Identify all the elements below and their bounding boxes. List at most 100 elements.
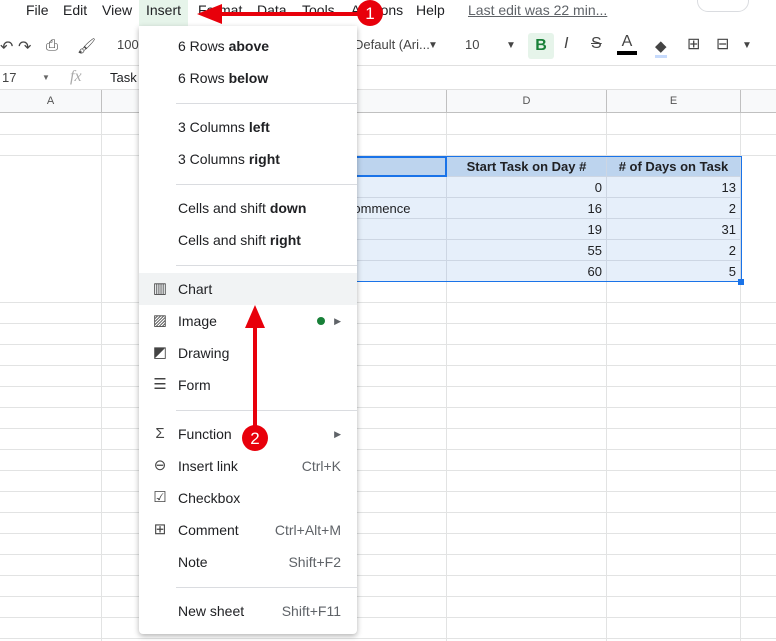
menu-item-note[interactable]: Note Shift+F2: [139, 546, 357, 578]
label-bold: below: [228, 70, 269, 86]
chevron-down-icon: ▼: [506, 40, 516, 51]
undo-icon[interactable]: ↶: [0, 37, 13, 57]
separator: [176, 184, 357, 185]
sigma-icon: Σ: [155, 425, 165, 442]
strikethrough-button[interactable]: S: [591, 35, 602, 53]
submenu-arrow-icon: ▶: [334, 316, 341, 326]
chevron-down-icon: ▼: [42, 73, 50, 82]
label: Cells and shift: [178, 200, 270, 216]
merge-cells-icon[interactable]: ⊟: [716, 34, 729, 54]
label-bold: down: [269, 200, 307, 216]
table-cell[interactable]: 55: [447, 240, 607, 261]
menu-item-columns-right[interactable]: 3 Columns right: [139, 143, 357, 175]
separator: [176, 265, 357, 266]
last-edit-link[interactable]: Last edit was 22 min...: [468, 2, 607, 18]
menu-item-form[interactable]: ☰ Form: [139, 369, 357, 401]
menu-item-rows-below[interactable]: 6 Rows below: [139, 62, 357, 94]
chevron-down-icon: ▼: [742, 40, 752, 51]
label-bold: right: [248, 151, 280, 167]
shortcut: Shift+F11: [281, 603, 341, 619]
formula-input[interactable]: Task: [110, 70, 137, 85]
menu-item-cells-shift-down[interactable]: Cells and shift down: [139, 192, 357, 224]
table-cell[interactable]: 2: [607, 240, 741, 261]
header-start-day[interactable]: Start Task on Day #: [447, 156, 607, 177]
label-bold: above: [228, 38, 270, 54]
redo-icon[interactable]: ↷: [18, 37, 31, 57]
drawing-icon: ◩: [152, 344, 168, 361]
italic-button[interactable]: I: [564, 35, 568, 53]
menu-edit[interactable]: Edit: [63, 2, 87, 18]
table-cell[interactable]: 2: [607, 198, 741, 219]
table-cell[interactable]: 16: [447, 198, 607, 219]
menu-item-insert-link[interactable]: ⊖ Insert link Ctrl+K: [139, 450, 357, 482]
label: 3 Columns: [178, 119, 249, 135]
label: Comment: [178, 522, 239, 538]
fill-color-icon[interactable]: ◆: [655, 37, 667, 58]
menu-item-chart[interactable]: ▥ Chart: [139, 273, 357, 305]
text-color-button[interactable]: A: [617, 33, 637, 55]
label: 3 Columns: [178, 151, 249, 167]
menu-item-comment[interactable]: ⊞ Comment Ctrl+Alt+M: [139, 514, 357, 546]
shortcut: Shift+F2: [288, 554, 341, 570]
menu-view[interactable]: View: [102, 2, 132, 18]
label: Drawing: [178, 345, 230, 361]
comment-icon: ⊞: [153, 521, 167, 538]
menu-item-checkbox[interactable]: ☑ Checkbox: [139, 482, 357, 514]
menu-item-cells-shift-right[interactable]: Cells and shift right: [139, 224, 357, 256]
bold-button[interactable]: B: [528, 33, 554, 59]
menu-item-columns-left[interactable]: 3 Columns left: [139, 111, 357, 143]
new-dot-icon: [317, 317, 325, 325]
cell-reference[interactable]: 17: [2, 70, 16, 85]
column-header-e[interactable]: E: [607, 90, 741, 113]
borders-icon[interactable]: ⊞: [687, 34, 700, 54]
table-cell[interactable]: 13: [607, 177, 741, 198]
label: Chart: [178, 281, 213, 297]
meet-button[interactable]: [697, 0, 749, 12]
label: Image: [178, 313, 217, 329]
submenu-arrow-icon: ▶: [334, 429, 341, 439]
menu-item-function[interactable]: Σ Function ▶: [139, 418, 357, 450]
shortcut: Ctrl+Alt+M: [274, 522, 341, 538]
header-days-on-task[interactable]: # of Days on Task: [607, 156, 741, 177]
label: Checkbox: [178, 490, 241, 506]
table-cell[interactable]: 60: [447, 261, 607, 282]
link-icon: ⊖: [153, 457, 167, 474]
label: Insert link: [178, 458, 238, 474]
menu-format[interactable]: Format: [198, 2, 242, 18]
checkbox-icon: ☑: [153, 489, 167, 506]
menu-item-rows-above[interactable]: 6 Rows above: [139, 30, 357, 62]
table-cell[interactable]: 0: [447, 177, 607, 198]
table-cell[interactable]: 19: [447, 219, 607, 240]
menu-item-new-sheet[interactable]: New sheet Shift+F11: [139, 595, 357, 627]
table-cell[interactable]: 5: [607, 261, 741, 282]
menu-insert[interactable]: Insert: [139, 0, 189, 26]
paint-format-icon[interactable]: 🖌: [77, 37, 96, 55]
label: 6 Rows: [178, 38, 229, 54]
table-cell[interactable]: 31: [607, 219, 741, 240]
label: New sheet: [178, 603, 245, 619]
menu-data[interactable]: Data: [257, 2, 287, 18]
form-icon: ☰: [153, 376, 167, 393]
menu-tools[interactable]: Tools: [302, 2, 335, 18]
menu-addons[interactable]: Add-ons: [351, 2, 403, 18]
font-size-select[interactable]: 10: [465, 37, 479, 52]
label-bold: left: [248, 119, 270, 135]
formula-bar: 17 ▼ fx Task: [0, 66, 776, 90]
chart-icon: ▥: [152, 280, 168, 297]
menu-file[interactable]: File: [26, 2, 49, 18]
print-icon[interactable]: ⎙: [46, 37, 58, 54]
label: 6 Rows: [178, 70, 229, 86]
fill-handle[interactable]: [738, 279, 744, 285]
column-header-a[interactable]: A: [0, 90, 102, 113]
separator: [176, 587, 357, 588]
separator: [176, 103, 357, 104]
fx-icon: fx: [70, 68, 82, 85]
column-header-d[interactable]: D: [447, 90, 607, 113]
chevron-down-icon: ▼: [428, 40, 438, 51]
font-select[interactable]: Default (Ari...: [354, 37, 430, 52]
menu-item-drawing[interactable]: ◩ Drawing: [139, 337, 357, 369]
menu-item-image[interactable]: ▨ Image ▶: [139, 305, 357, 337]
menu-help[interactable]: Help: [416, 2, 445, 18]
insert-menu: 6 Rows above 6 Rows below 3 Columns left…: [139, 26, 357, 634]
label: Form: [178, 377, 211, 393]
